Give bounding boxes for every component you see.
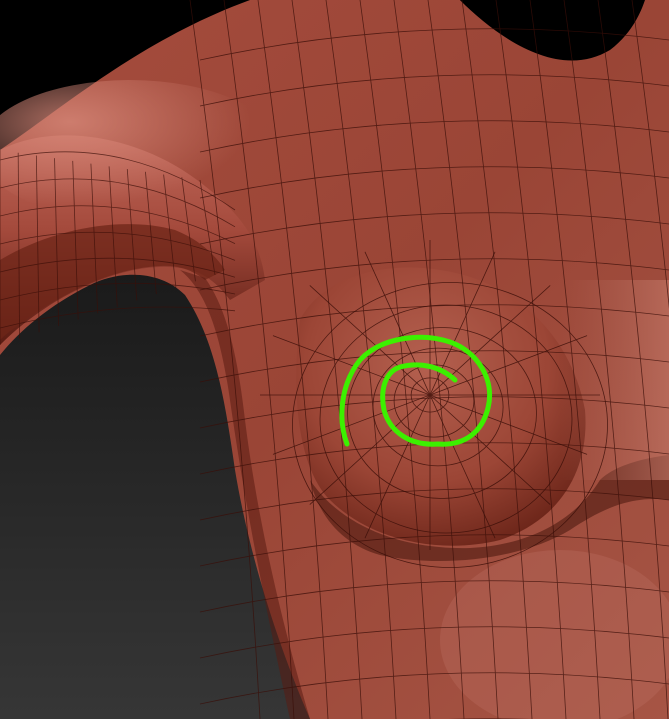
sculpt-render xyxy=(0,0,669,719)
3d-viewport[interactable] xyxy=(0,0,669,719)
